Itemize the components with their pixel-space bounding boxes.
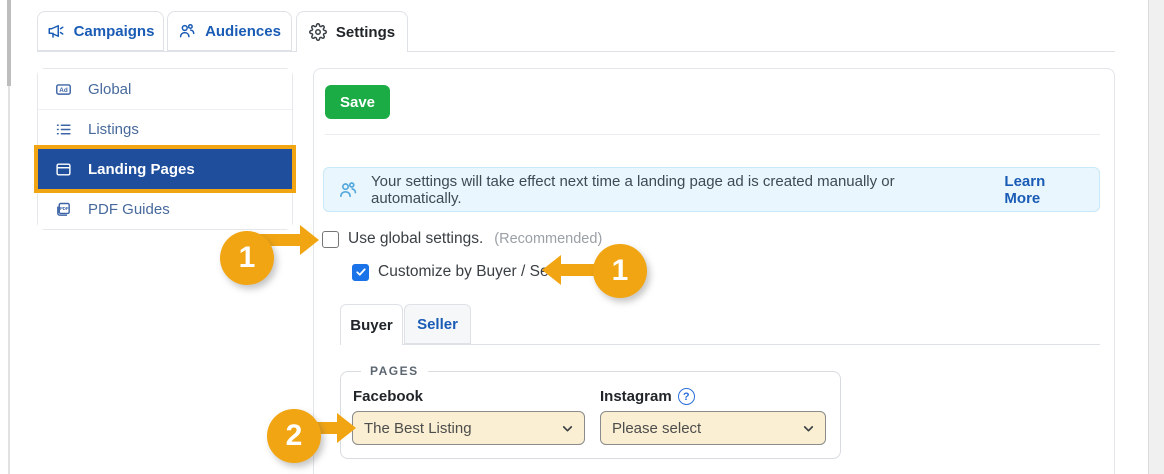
section-divider	[325, 134, 1100, 135]
recommended-note: (Recommended)	[494, 231, 603, 247]
instagram-select-value: Please select	[612, 419, 702, 437]
pages-legend: PAGES	[361, 364, 428, 378]
svg-text:PDF: PDF	[60, 206, 69, 211]
annotation-arrow-right-icon	[300, 225, 319, 255]
save-button[interactable]: Save	[325, 85, 390, 119]
facebook-select-value: The Best Listing	[364, 419, 472, 437]
annotation-step-1-left: 1	[220, 231, 274, 285]
tab-seller-label: Seller	[417, 315, 458, 333]
settings-screen: Campaigns Audiences Settings Ad Global L…	[0, 0, 1164, 474]
tab-campaigns[interactable]: Campaigns	[37, 11, 164, 51]
right-gutter	[1148, 0, 1164, 474]
top-tabs-divider	[37, 51, 1115, 52]
check-icon	[355, 268, 366, 276]
sidebar-item-label: Listings	[88, 121, 139, 138]
settings-sidebar: Ad Global Listings Landing Pages PDF PDF…	[34, 68, 296, 230]
banner-text: Your settings will take effect next time…	[371, 172, 895, 207]
tab-audiences[interactable]: Audiences	[167, 11, 292, 51]
chevron-down-icon	[802, 422, 815, 435]
annotation-step-2: 2	[267, 409, 321, 463]
customize-row: Customize by Buyer / Seller	[352, 263, 569, 281]
browser-window-icon	[55, 161, 72, 178]
list-icon	[55, 121, 72, 138]
sidebar-item-label: Global	[88, 80, 132, 98]
facebook-select[interactable]: The Best Listing	[352, 411, 585, 445]
tab-seller[interactable]: Seller	[404, 304, 471, 344]
sidebar-item-pdf-guides[interactable]: PDF PDF Guides	[38, 189, 292, 229]
tab-audiences-label: Audiences	[205, 22, 281, 40]
instagram-label-row: Instagram ?	[600, 388, 695, 405]
ad-badge-icon: Ad	[55, 81, 72, 98]
use-global-settings-checkbox[interactable]	[322, 230, 339, 248]
facebook-label: Facebook	[353, 388, 424, 405]
instagram-select[interactable]: Please select	[600, 411, 826, 445]
sidebar-item-label: Landing Pages	[88, 161, 195, 178]
sidebar-item-global[interactable]: Ad Global	[38, 69, 292, 109]
question-mark-icon[interactable]: ?	[677, 388, 695, 405]
info-banner: Your settings will take effect next time…	[323, 167, 1100, 212]
annotation-step-1-right: 1	[593, 244, 647, 298]
annotation-arrow-left-icon	[542, 255, 561, 285]
sidebar-item-listings[interactable]: Listings	[38, 109, 292, 149]
tab-buyer[interactable]: Buyer	[340, 304, 403, 345]
svg-text:Ad: Ad	[59, 86, 68, 93]
sidebar-item-landing-pages[interactable]: Landing Pages	[34, 145, 296, 193]
megaphone-icon	[47, 22, 65, 40]
instagram-label: Instagram	[600, 388, 672, 405]
customize-checkbox[interactable]	[352, 263, 369, 281]
tab-campaigns-label: Campaigns	[73, 22, 155, 40]
tab-buyer-label: Buyer	[350, 316, 393, 334]
pdf-document-icon: PDF	[55, 201, 72, 218]
people-icon	[338, 180, 358, 200]
people-icon	[178, 22, 196, 40]
customize-label: Customize by Buyer / Seller	[378, 263, 570, 280]
tab-settings-label: Settings	[335, 23, 396, 41]
sidebar-item-label: PDF Guides	[88, 201, 170, 218]
subtabs-divider	[340, 344, 1100, 345]
use-global-settings-row: Use global settings. (Recommended)	[322, 230, 602, 248]
annotation-arrow-right-icon	[337, 413, 356, 443]
gear-icon	[308, 23, 327, 41]
learn-more-link[interactable]: Learn More	[1004, 173, 1085, 207]
left-scrollbar-thumb[interactable]	[7, 0, 11, 86]
use-global-settings-label: Use global settings.	[348, 230, 484, 247]
chevron-down-icon	[561, 422, 574, 435]
tab-settings[interactable]: Settings	[296, 11, 408, 52]
